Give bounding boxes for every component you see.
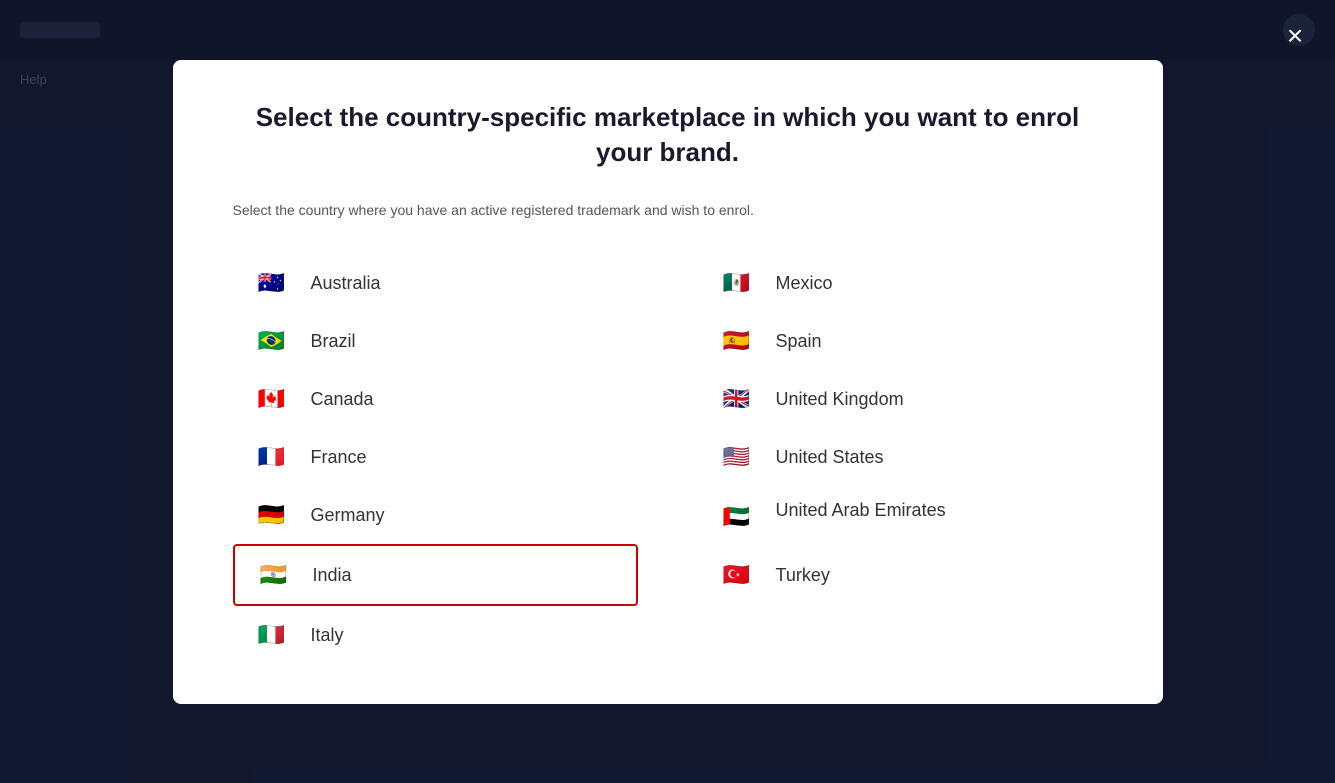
country-item-ae[interactable]: 🇦🇪 United Arab Emirates bbox=[698, 486, 1103, 546]
country-item-it[interactable]: 🇮🇹 Italy bbox=[233, 606, 638, 664]
modal-subtitle: Select the country where you have an act… bbox=[233, 202, 1103, 218]
country-item-us[interactable]: 🇺🇸 United States bbox=[698, 428, 1103, 486]
country-name-in: India bbox=[313, 565, 352, 586]
country-name-it: Italy bbox=[311, 625, 344, 646]
country-grid: 🇦🇺 Australia 🇧🇷 Brazil 🇨🇦 Canada 🇫🇷 Fra bbox=[233, 254, 1103, 664]
flag-fr: 🇫🇷 bbox=[249, 442, 295, 472]
country-col-right: 🇲🇽 Mexico 🇪🇸 Spain 🇬🇧 United Kingdom 🇺🇸 bbox=[698, 254, 1103, 664]
country-name-ca: Canada bbox=[311, 389, 374, 410]
flag-in: 🇮🇳 bbox=[251, 560, 297, 590]
country-name-br: Brazil bbox=[311, 331, 356, 352]
flag-us: 🇺🇸 bbox=[714, 442, 760, 472]
flag-au: 🇦🇺 bbox=[249, 268, 295, 298]
country-name-gb: United Kingdom bbox=[776, 389, 904, 410]
flag-br: 🇧🇷 bbox=[249, 326, 295, 356]
country-item-in[interactable]: 🇮🇳 India bbox=[233, 544, 638, 606]
close-button[interactable]: × bbox=[1275, 16, 1315, 56]
country-name-ae: United Arab Emirates bbox=[776, 500, 946, 521]
flag-ca: 🇨🇦 bbox=[249, 384, 295, 414]
country-item-tr[interactable]: 🇹🇷 Turkey bbox=[698, 546, 1103, 604]
country-item-es[interactable]: 🇪🇸 Spain bbox=[698, 312, 1103, 370]
country-name-fr: France bbox=[311, 447, 367, 468]
country-item-de[interactable]: 🇩🇪 Germany bbox=[233, 486, 638, 544]
flag-gb: 🇬🇧 bbox=[714, 384, 760, 414]
country-item-mx[interactable]: 🇲🇽 Mexico bbox=[698, 254, 1103, 312]
country-name-es: Spain bbox=[776, 331, 822, 352]
country-item-au[interactable]: 🇦🇺 Australia bbox=[233, 254, 638, 312]
country-name-au: Australia bbox=[311, 273, 381, 294]
flag-ae: 🇦🇪 bbox=[714, 502, 760, 532]
flag-de: 🇩🇪 bbox=[249, 500, 295, 530]
flag-it: 🇮🇹 bbox=[249, 620, 295, 650]
modal-title: Select the country-specific marketplace … bbox=[233, 100, 1103, 170]
modal-content: Select the country-specific marketplace … bbox=[173, 60, 1163, 704]
modal-overlay: Select the country-specific marketplace … bbox=[0, 0, 1335, 783]
country-name-de: Germany bbox=[311, 505, 385, 526]
country-item-br[interactable]: 🇧🇷 Brazil bbox=[233, 312, 638, 370]
flag-mx: 🇲🇽 bbox=[714, 268, 760, 298]
modal-dialog: Select the country-specific marketplace … bbox=[173, 60, 1163, 704]
country-col-left: 🇦🇺 Australia 🇧🇷 Brazil 🇨🇦 Canada 🇫🇷 Fra bbox=[233, 254, 638, 664]
flag-tr: 🇹🇷 bbox=[714, 560, 760, 590]
country-item-gb[interactable]: 🇬🇧 United Kingdom bbox=[698, 370, 1103, 428]
country-name-mx: Mexico bbox=[776, 273, 833, 294]
country-name-tr: Turkey bbox=[776, 565, 830, 586]
country-item-ca[interactable]: 🇨🇦 Canada bbox=[233, 370, 638, 428]
flag-es: 🇪🇸 bbox=[714, 326, 760, 356]
country-item-fr[interactable]: 🇫🇷 France bbox=[233, 428, 638, 486]
country-name-us: United States bbox=[776, 447, 884, 468]
